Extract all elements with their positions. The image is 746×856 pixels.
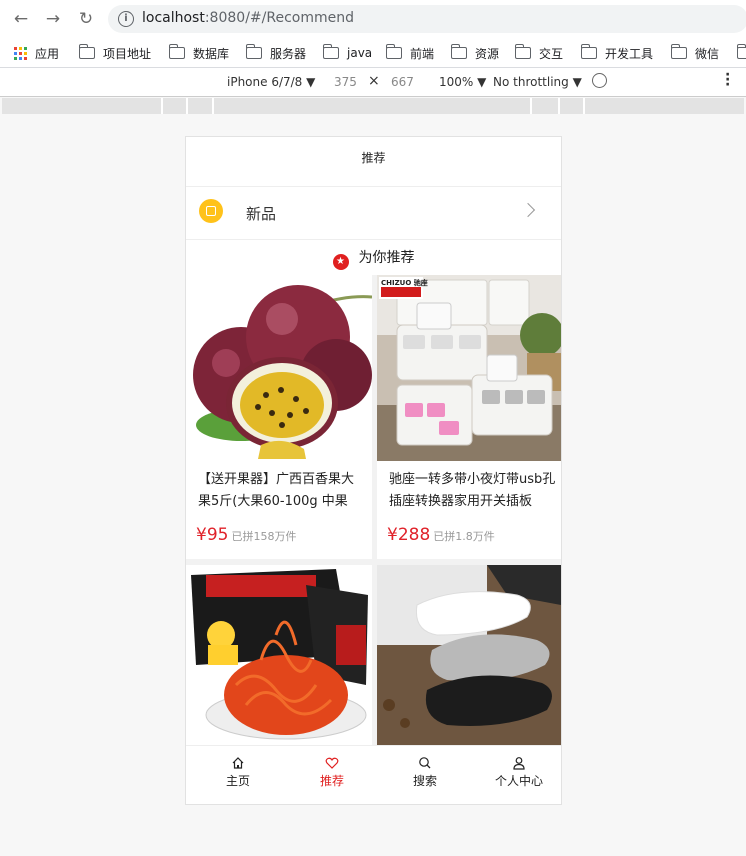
folder-icon: [580, 44, 597, 59]
url-host: localhost: [142, 10, 205, 26]
folder-icon: [514, 44, 531, 59]
folder-icon: [168, 44, 185, 59]
product-card[interactable]: [377, 565, 561, 745]
bookmark-label: 前端: [410, 46, 435, 61]
device-select[interactable]: iPhone 6/7/8 ▼: [227, 75, 315, 89]
sold-count: 已拼1.8万件: [433, 530, 495, 543]
back-arrow-icon[interactable]: ←: [11, 9, 31, 29]
product-title: 驰座一转多带小夜灯带usb孔插座转换器家用开关插板: [389, 472, 556, 509]
product-card[interactable]: CHIZUO 驰座 驰座一转多带小夜灯带usb孔插座转换器家用开关插板 ¥288…: [377, 275, 561, 559]
more-options-icon[interactable]: · · ·: [725, 68, 730, 92]
throttle-select[interactable]: No throttling ▼: [493, 75, 582, 89]
folder-icon: [385, 44, 402, 59]
product-price: ¥95: [196, 525, 229, 545]
apps-grid-icon: [14, 46, 27, 60]
price-row: ¥288 已拼1.8万件: [387, 525, 495, 545]
sold-count: 已拼158万件: [231, 530, 297, 543]
bookmark-label: 项目地址: [103, 46, 152, 61]
product-card[interactable]: 【送开果器】广西百香果大果5斤(大果60-100g 中果 ¥95 已拼158万件: [186, 275, 372, 559]
page-title: 推荐: [361, 151, 386, 165]
tab-profile[interactable]: 个人中心: [472, 754, 561, 789]
tab-label: 个人中心: [494, 774, 543, 788]
bookmark-label: 微信: [695, 46, 720, 61]
search-icon: [419, 757, 431, 769]
browser-toolbar: ← → ↻ i localhost:8080/#/Recommend: [0, 0, 746, 38]
bookmark-label: 资源: [475, 46, 500, 61]
product-image-passion-fruit: [186, 275, 372, 459]
zoom-select[interactable]: 100% ▼: [439, 75, 486, 89]
device-toolbar: iPhone 6/7/8 ▼ 375 × 667 100% ▼ No throt…: [0, 68, 746, 97]
bookmark-folder[interactable]: 服务器: [245, 44, 307, 62]
info-icon[interactable]: i: [118, 11, 134, 27]
bookmark-folder[interactable]: java: [322, 44, 373, 62]
price-row: ¥95 已拼158万件: [196, 525, 296, 545]
section-header: ★ 为你推荐: [186, 241, 561, 275]
bookmark-folder[interactable]: 项目地址: [78, 44, 152, 62]
reload-icon[interactable]: ↻: [76, 9, 96, 29]
folder-icon: [245, 44, 262, 59]
tab-label: 推荐: [319, 774, 344, 788]
bookmark-label: 服务器: [270, 46, 307, 61]
bottom-tab-bar: 主页 推荐 搜索 个人中心: [186, 745, 561, 804]
folder-icon: [670, 44, 687, 59]
bookmark-label: 开发工具: [605, 46, 654, 61]
product-image-spicy-noodles: [186, 565, 372, 745]
forward-arrow-icon[interactable]: →: [43, 9, 63, 29]
new-products-label: 新品: [246, 205, 277, 223]
bookmark-folder[interactable]: 开发工具: [580, 44, 654, 62]
address-bar[interactable]: i localhost:8080/#/Recommend: [108, 5, 746, 33]
bookmark-label: 数据库: [193, 46, 230, 61]
user-icon: [513, 757, 525, 770]
bookmarks-bar: 应用 项目地址 数据库 服务器 java 前端 资源 交互 开发工具 微信: [0, 38, 746, 68]
bookmark-label: 应用: [35, 46, 60, 61]
rotate-icon[interactable]: [592, 73, 607, 88]
tab-recommend[interactable]: 推荐: [285, 754, 379, 789]
star-badge-icon: ★: [332, 254, 349, 270]
product-card[interactable]: [186, 565, 372, 745]
times-icon: ×: [368, 73, 380, 89]
bookmark-folder[interactable]: 数据库: [168, 44, 230, 62]
bookmark-label: 交互: [539, 46, 564, 61]
product-price: ¥288: [387, 525, 431, 545]
bookmark-folder[interactable]: 微信: [670, 44, 720, 62]
heart-icon: [325, 757, 339, 769]
page-header: 推荐: [186, 137, 561, 187]
url-text: localhost:8080/#/Recommend: [142, 10, 354, 26]
folder-icon: [736, 44, 746, 59]
product-image-power-strip: [377, 275, 561, 461]
chevron-right-icon: [520, 202, 536, 218]
tab-home[interactable]: 主页: [191, 754, 285, 789]
section-title: 为你推荐: [358, 250, 415, 266]
brand-logo: CHIZUO 驰座: [381, 279, 428, 287]
folder-icon: [78, 44, 95, 59]
bookmark-apps[interactable]: 应用: [14, 44, 59, 62]
bookmark-folder[interactable]: [736, 44, 746, 62]
tab-search[interactable]: 搜索: [378, 754, 472, 789]
bookmark-label: java: [347, 46, 373, 60]
home-icon: [232, 757, 244, 769]
width-input[interactable]: 375: [334, 75, 357, 89]
product-image-socks: [377, 565, 561, 745]
bookmark-folder[interactable]: 资源: [450, 44, 500, 62]
url-path: :8080/#/Recommend: [204, 10, 354, 26]
bookmark-folder[interactable]: 交互: [514, 44, 564, 62]
folder-icon: [322, 44, 339, 59]
phone-viewport: 推荐 新品 ★ 为你推荐 【送开果器】广西百香果大果5斤(大果60-100g 中…: [185, 136, 562, 805]
media-query-ruler: [2, 98, 744, 114]
product-title: 【送开果器】广西百香果大果5斤(大果60-100g 中果: [198, 472, 355, 509]
bookmark-folder[interactable]: 前端: [385, 44, 435, 62]
folder-icon: [450, 44, 467, 59]
new-products-row[interactable]: 新品: [186, 188, 561, 240]
tab-label: 搜索: [412, 774, 437, 788]
bag-icon: [199, 199, 223, 223]
tab-label: 主页: [225, 774, 250, 788]
height-input[interactable]: 667: [391, 75, 414, 89]
